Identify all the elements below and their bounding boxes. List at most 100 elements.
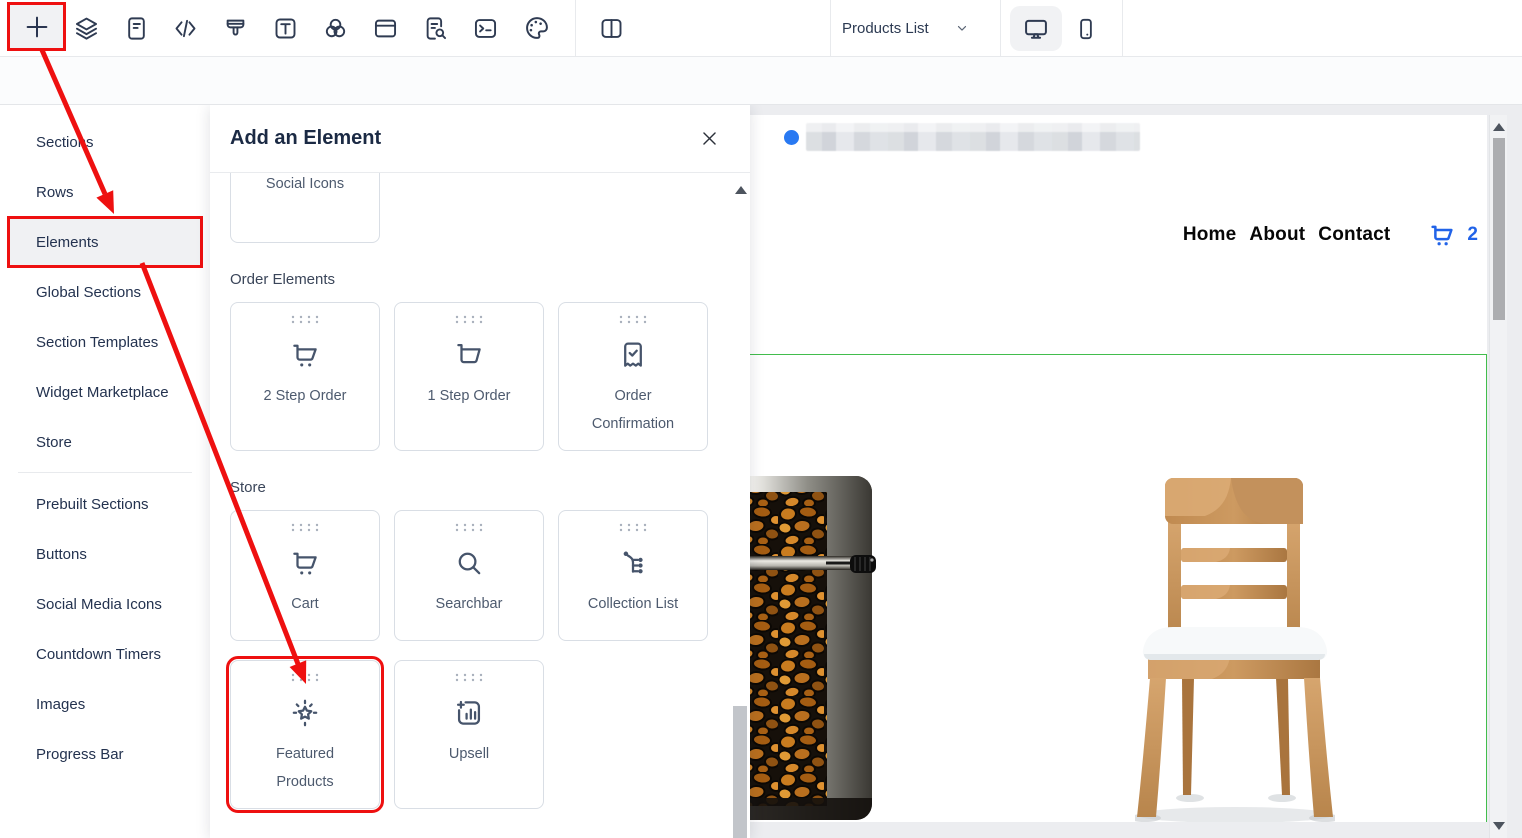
scroll-up-icon[interactable] <box>1493 123 1505 131</box>
sidebar-item-label: Rows <box>36 183 74 201</box>
sidebar-item-social-media-icons[interactable]: Social Media Icons <box>10 579 200 629</box>
page-selector-label: Products List <box>842 19 929 37</box>
sidebar-item-global-sections[interactable]: Global Sections <box>10 267 200 317</box>
sidebar-divider <box>18 472 192 473</box>
element-card-social-icons[interactable]: Social Icons <box>230 173 380 243</box>
styles-button[interactable] <box>215 8 255 48</box>
sidebar-item-label: Section Templates <box>36 333 159 351</box>
store-grid: Cart Searchbar Collection List Featured … <box>226 510 750 813</box>
receipt-check-icon <box>616 337 650 373</box>
sidebar-item-buttons[interactable]: Buttons <box>10 529 200 579</box>
sidebar-item-images[interactable]: Images <box>10 679 200 729</box>
toolbar-divider <box>830 0 831 56</box>
product-image-chair <box>1135 478 1335 822</box>
preview-cart-button[interactable]: 2 <box>1427 220 1478 250</box>
brush-icon <box>226 19 244 35</box>
nav-link-about[interactable]: About <box>1249 224 1305 246</box>
element-card-order-confirmation[interactable]: Order Confirmation <box>558 302 708 451</box>
console-button[interactable] <box>465 8 505 48</box>
page-selector-dropdown[interactable]: Products List <box>842 8 969 48</box>
sidebar-item-countdown-timers[interactable]: Countdown Timers <box>10 629 200 679</box>
panel-scrollbar-thumb[interactable] <box>733 706 747 838</box>
desktop-icon <box>1025 19 1047 39</box>
text-icon <box>275 18 295 38</box>
element-card-label: Featured Products <box>275 746 335 790</box>
element-card-label: Cart <box>291 596 319 612</box>
sidebar-item-label: Buttons <box>36 545 87 563</box>
sidebar-item-elements[interactable]: Elements <box>7 216 203 268</box>
order-elements-grid: 2 Step Order 1 Step Order Order Confirma… <box>230 302 750 451</box>
palette-icon <box>526 17 548 39</box>
element-card-label: Upsell <box>448 746 490 762</box>
sidebar-item-widget-marketplace[interactable]: Widget Marketplace <box>10 367 200 417</box>
code-button[interactable] <box>165 8 205 48</box>
typography-button[interactable] <box>265 8 305 48</box>
drag-handle-icon <box>291 673 319 682</box>
toolbar-divider <box>1000 0 1001 56</box>
sidebar-item-section-templates[interactable]: Section Templates <box>10 317 200 367</box>
mobile-view-button[interactable] <box>1066 6 1106 51</box>
seo-button[interactable] <box>415 8 455 48</box>
panel-scroll-up-icon[interactable] <box>735 186 747 194</box>
element-card-searchbar[interactable]: Searchbar <box>394 510 544 641</box>
panel-title: Add an Element <box>230 127 382 149</box>
drag-handle-icon <box>619 315 647 324</box>
element-card-cart[interactable]: Cart <box>230 510 380 641</box>
element-card-label: 2 Step Order <box>263 388 347 404</box>
top-toolbar: Products List <box>0 0 1522 57</box>
sidebar-item-store[interactable]: Store <box>10 417 200 467</box>
sidebar-item-label: Prebuilt Sections <box>36 495 149 513</box>
drag-handle-icon <box>455 523 483 532</box>
layers-icon <box>75 17 97 40</box>
add-element-panel: Add an Element Social Icons Order Elemen… <box>210 105 750 838</box>
element-card-label: Collection List <box>587 596 679 612</box>
sidebar-item-rows[interactable]: Rows <box>10 167 200 217</box>
redacted-page-title <box>806 123 1140 151</box>
cart-with-wheels-icon <box>288 337 322 373</box>
colors-button[interactable] <box>315 8 355 48</box>
sidebar-item-label: Progress Bar <box>36 745 124 763</box>
drag-handle-icon <box>619 523 647 532</box>
sidebar-item-progress-bar[interactable]: Progress Bar <box>10 729 200 779</box>
scroll-down-icon[interactable] <box>1493 822 1505 830</box>
section-heading-store: Store <box>230 479 266 496</box>
builder-sidebar: Sections Rows Elements Global Sections S… <box>0 105 210 838</box>
sidebar-item-label: Global Sections <box>36 283 142 301</box>
element-card-2-step-order[interactable]: 2 Step Order <box>230 302 380 451</box>
add-button[interactable] <box>7 2 66 51</box>
element-card-label: Social Icons <box>265 176 345 192</box>
plus-icon <box>26 16 47 37</box>
nav-link-home[interactable]: Home <box>1183 224 1237 246</box>
live-status-dot <box>784 130 799 145</box>
close-icon <box>702 132 716 145</box>
layers-button[interactable] <box>66 8 106 48</box>
sidebar-item-label: Store <box>36 433 72 451</box>
sidebar-item-sections[interactable]: Sections <box>10 117 200 167</box>
file-search-icon <box>426 16 446 40</box>
cart-count-badge: 2 <box>1467 224 1478 245</box>
close-panel-button[interactable] <box>694 124 724 154</box>
element-card-1-step-order[interactable]: 1 Step Order <box>394 302 544 451</box>
theme-button[interactable] <box>517 8 557 48</box>
split-view-button[interactable] <box>591 8 631 48</box>
preview-scrollbar-thumb[interactable] <box>1493 138 1505 320</box>
drag-handle-icon <box>291 523 319 532</box>
collection-tree-icon <box>616 545 650 581</box>
page-outline-button[interactable] <box>116 8 156 48</box>
panel-body: Social Icons Order Elements 2 Step Order <box>210 173 750 837</box>
panel-header: Add an Element <box>210 105 750 173</box>
element-card-collection-list[interactable]: Collection List <box>558 510 708 641</box>
section-heading-order-elements: Order Elements <box>230 271 336 288</box>
sidebar-item-label: Elements <box>36 233 99 251</box>
split-view-icon <box>601 18 621 38</box>
element-card-featured-products[interactable]: Featured Products <box>226 656 384 813</box>
desktop-view-button[interactable] <box>1010 6 1062 51</box>
drag-handle-icon <box>455 315 483 324</box>
sidebar-item-prebuilt-sections[interactable]: Prebuilt Sections <box>10 479 200 529</box>
preview-scrollbar[interactable] <box>1489 115 1507 838</box>
layout-card-button[interactable] <box>365 8 405 48</box>
mobile-icon <box>1080 18 1092 39</box>
sparkle-star-icon <box>288 695 322 731</box>
nav-link-contact[interactable]: Contact <box>1318 224 1390 246</box>
element-card-upsell[interactable]: Upsell <box>394 660 544 809</box>
